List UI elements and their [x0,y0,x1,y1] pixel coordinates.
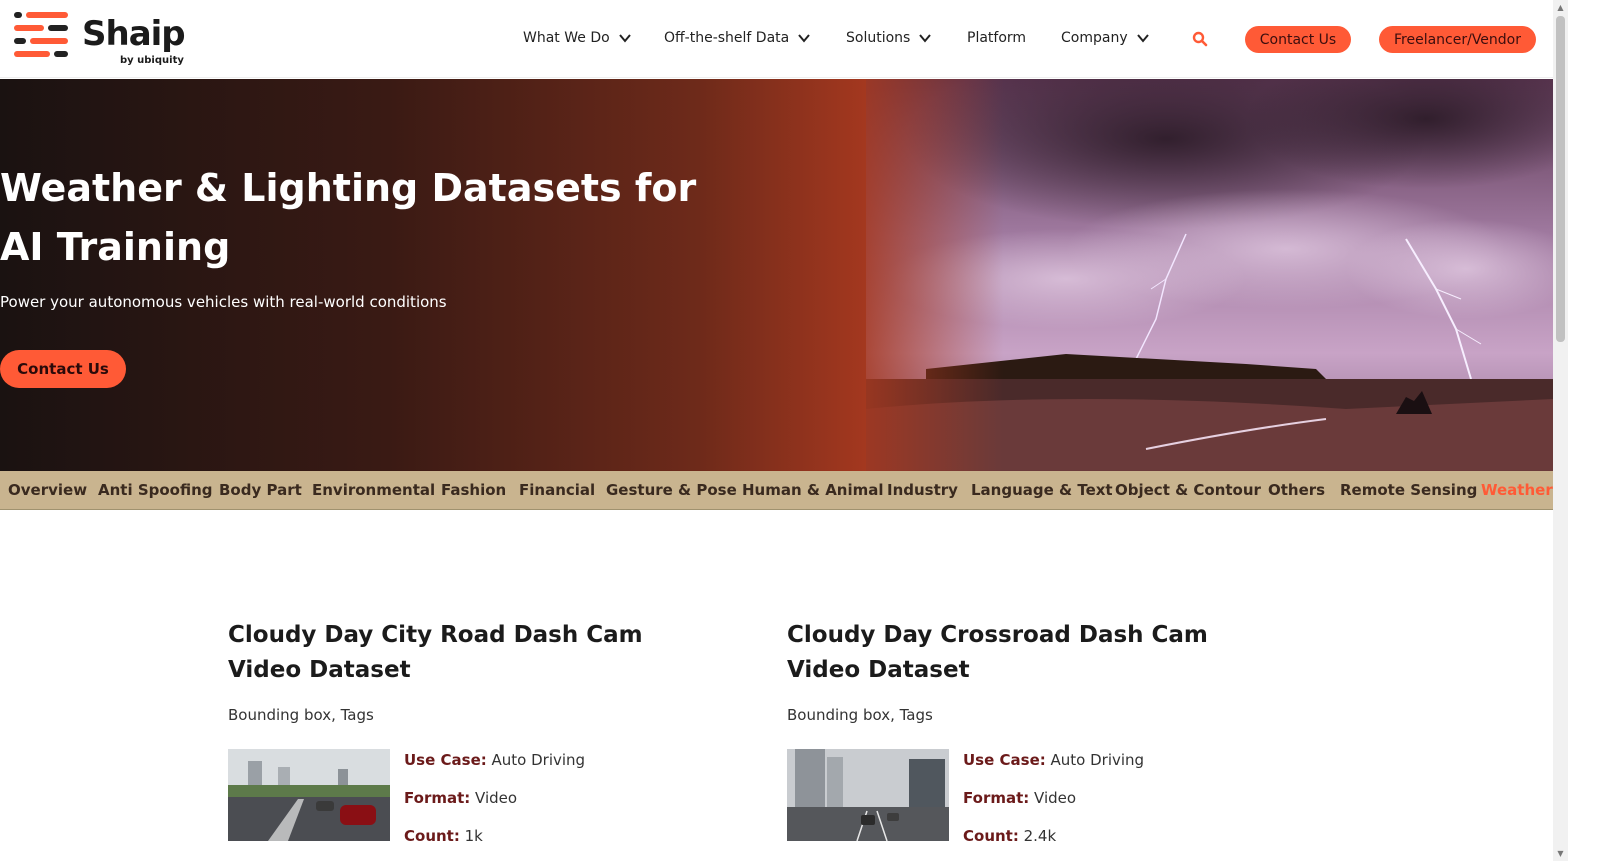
nav-label: What We Do [523,30,610,46]
tab-object-contour[interactable]: Object & Contour [1115,481,1261,499]
site-header: Shaip by ubiquity What We Do Off-the-she… [0,0,1553,78]
chevron-down-icon [618,34,631,43]
dataset-count: Count: 2.4k [963,827,1056,845]
meta-label: Use Case: [404,751,487,769]
chevron-down-icon [1136,34,1149,43]
nav-label: Company [1061,30,1128,46]
search-icon[interactable] [1192,31,1208,47]
hero-banner: Weather & Lighting Datasets for AI Train… [0,79,1553,471]
header-contact-button[interactable]: Contact Us [1245,26,1351,53]
meta-label: Count: [404,827,460,845]
nav-platform[interactable]: Platform [967,30,1026,46]
logo-tagline: by ubiquity [120,55,184,66]
dataset-count: Count: 1k [404,827,483,845]
dataset-card: Cloudy Day City Road Dash Cam Video Data… [228,618,698,845]
dataset-title[interactable]: Cloudy Day Crossroad Dash Cam Video Data… [787,618,1257,688]
scrollbar-thumb[interactable] [1556,16,1565,342]
dataset-card: Cloudy Day Crossroad Dash Cam Video Data… [787,618,1257,845]
nav-label: Off-the-shelf Data [664,30,790,46]
shaip-logo-icon [14,12,68,57]
meta-label: Use Case: [963,751,1046,769]
dataset-thumbnail[interactable] [228,749,390,841]
meta-value: Auto Driving [491,751,586,769]
chevron-down-icon [919,34,932,43]
storm-lightning-image [866,79,1553,471]
tab-language-text[interactable]: Language & Text [971,481,1113,499]
scroll-up-icon[interactable]: ▲ [1556,3,1565,12]
dataset-tags: Bounding box, Tags [787,706,933,724]
dataset-title[interactable]: Cloudy Day City Road Dash Cam Video Data… [228,618,698,688]
dataset-use-case: Use Case: Auto Driving [404,751,585,769]
tab-others[interactable]: Others [1268,481,1325,499]
category-tabs: Overview Anti Spoofing Body Part Environ… [0,471,1553,510]
dataset-use-case: Use Case: Auto Driving [963,751,1144,769]
meta-label: Count: [963,827,1019,845]
tab-anti-spoofing[interactable]: Anti Spoofing [98,481,213,499]
shaip-logo[interactable]: Shaip by ubiquity [14,10,186,68]
page-scrollbar[interactable]: ▲ ▼ [1553,0,1568,861]
page-title: Weather & Lighting Datasets for AI Train… [0,166,697,269]
meta-label: Format: [404,789,471,807]
tab-weather[interactable]: Weather [1481,481,1553,499]
dataset-format: Format: Video [963,789,1076,807]
tab-remote-sensing[interactable]: Remote Sensing [1340,481,1477,499]
meta-value: Video [475,789,518,807]
nav-label: Solutions [846,30,911,46]
tab-gesture-pose[interactable]: Gesture & Pose [606,481,737,499]
dataset-tags: Bounding box, Tags [228,706,374,724]
chevron-down-icon [798,34,811,43]
dataset-format: Format: Video [404,789,517,807]
meta-value: Video [1034,789,1077,807]
logo-wordmark: Shaip [82,14,186,54]
freelancer-vendor-button[interactable]: Freelancer/Vendor [1379,26,1536,53]
tab-human-animal[interactable]: Human & Animal [742,481,884,499]
nav-label: Platform [967,30,1027,46]
nav-solutions[interactable]: Solutions [846,30,932,46]
tab-environmental[interactable]: Environmental [312,481,435,499]
tab-body-part[interactable]: Body Part [219,481,302,499]
tab-fashion[interactable]: Fashion [441,481,506,499]
meta-value: 1k [464,827,483,845]
nav-off-the-shelf-data[interactable]: Off-the-shelf Data [664,30,811,46]
hero-contact-button[interactable]: Contact Us [0,350,126,388]
tab-industry[interactable]: Industry [887,481,958,499]
dataset-thumbnail[interactable] [787,749,949,841]
tab-overview[interactable]: Overview [8,481,87,499]
meta-value: 2.4k [1023,827,1057,845]
nav-company[interactable]: Company [1061,30,1150,46]
meta-value: Auto Driving [1050,751,1145,769]
hero-subtitle: Power your autonomous vehicles with real… [0,293,447,311]
tab-financial[interactable]: Financial [519,481,595,499]
meta-label: Format: [963,789,1030,807]
nav-what-we-do[interactable]: What We Do [523,30,632,46]
scroll-down-icon[interactable]: ▼ [1556,849,1565,858]
